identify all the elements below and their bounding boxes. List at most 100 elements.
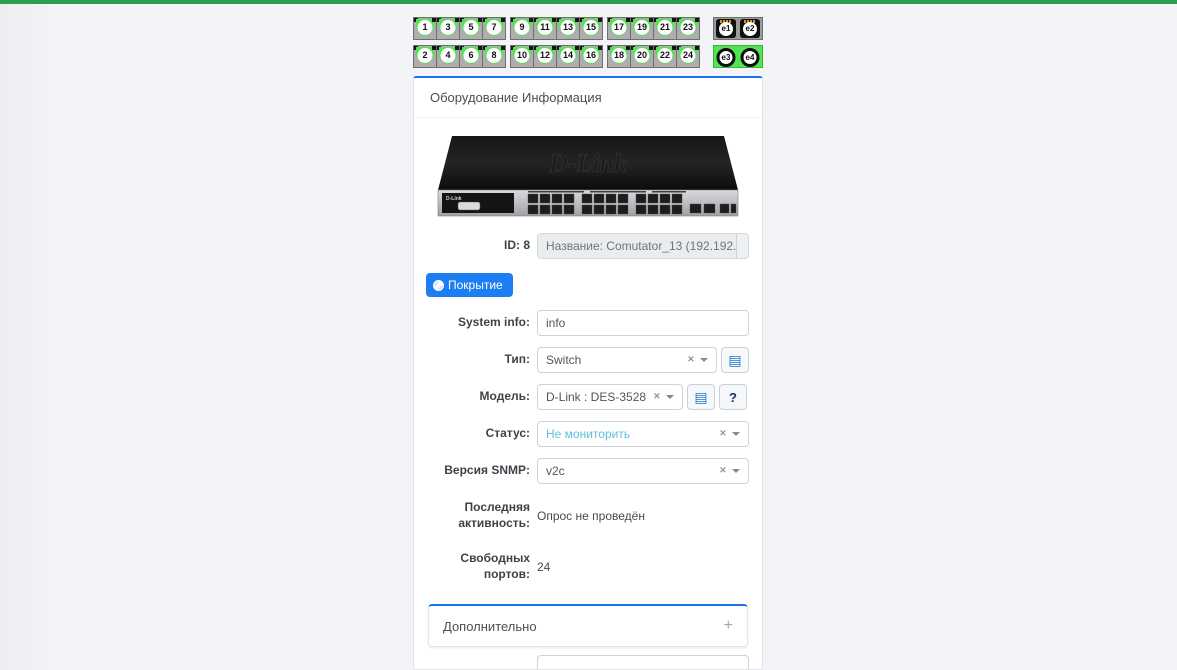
port-number: 11: [538, 20, 553, 35]
uplink-port-group: e3e4: [713, 45, 763, 68]
port-indicator-16[interactable]: 16: [580, 46, 602, 67]
port-number: 24: [681, 48, 696, 63]
ring-port-icon: e4: [741, 48, 760, 67]
port-indicator-13[interactable]: 13: [557, 18, 580, 39]
port-indicator-20[interactable]: 20: [631, 46, 654, 67]
last-activity-value: Опрос не проведён: [537, 509, 645, 523]
port-indicator-23[interactable]: 23: [677, 18, 699, 39]
port-number: 5: [464, 20, 479, 35]
port-indicator-e2[interactable]: e2: [738, 18, 762, 39]
port-indicator-6[interactable]: 6: [460, 46, 483, 67]
port-indicator-8[interactable]: 8: [483, 46, 505, 67]
svg-text:D-Link: D-Link: [548, 149, 627, 178]
clear-icon[interactable]: ×: [688, 355, 694, 366]
coverage-button[interactable]: Покрытие: [426, 273, 513, 297]
uplink-port-group: e1 e2: [713, 17, 763, 40]
port-row-even: 24681012141618202224e3e4: [413, 45, 763, 68]
coverage-button-label: Покрытие: [448, 278, 503, 292]
type-label: Тип:: [426, 352, 537, 368]
chevron-down-icon: [732, 432, 740, 436]
chevron-down-icon: [732, 469, 740, 473]
port-number: 7: [487, 20, 502, 35]
additional-section-header[interactable]: Дополнительно +: [428, 604, 748, 647]
model-select[interactable]: D-Link : DES-3528 ×: [537, 384, 683, 410]
id-label: ID: 8: [426, 238, 537, 254]
port-indicator-19[interactable]: 19: [631, 18, 654, 39]
row-id: ID: 8 Название: Comutator_13 (192.192.19…: [426, 233, 750, 259]
port-group: 17 19 21 23: [607, 17, 700, 40]
port-indicator-21[interactable]: 21: [654, 18, 677, 39]
device-name-addon[interactable]: [736, 233, 749, 259]
port-indicator-4[interactable]: 4: [437, 46, 460, 67]
status-select-value: Не мониторить: [546, 427, 630, 441]
port-indicator-9[interactable]: 9: [511, 18, 534, 39]
model-help-button[interactable]: ?: [719, 384, 747, 410]
port-group: 9 11 13 15: [510, 17, 603, 40]
port-number: 6: [464, 48, 479, 63]
chevron-down-icon: [700, 358, 708, 362]
snmp-select-value: v2c: [546, 464, 565, 478]
port-number: 21: [658, 20, 673, 35]
port-indicator-1[interactable]: 1: [414, 18, 437, 39]
status-select[interactable]: Не мониторить ×: [537, 421, 749, 447]
port-number: 4: [441, 48, 456, 63]
port-number: 15: [584, 20, 599, 35]
port-indicator-22[interactable]: 22: [654, 46, 677, 67]
model-list-button[interactable]: ▤: [687, 384, 715, 410]
port-indicator-10[interactable]: 10: [511, 46, 534, 67]
list-icon: ▤: [694, 390, 707, 404]
system-info-label: System info:: [426, 315, 537, 331]
port-indicator-24[interactable]: 24: [677, 46, 699, 67]
type-list-button[interactable]: ▤: [721, 347, 749, 373]
port-number: 18: [612, 48, 627, 63]
partial-input[interactable]: [537, 655, 749, 669]
port-number: 2: [418, 48, 433, 63]
status-label: Статус:: [426, 426, 537, 442]
port-indicator-18[interactable]: 18: [608, 46, 631, 67]
port-indicator-15[interactable]: 15: [580, 18, 602, 39]
row-type: Тип: Switch × ▤: [426, 347, 750, 373]
clear-icon[interactable]: ×: [720, 429, 726, 440]
port-group: 18 20 22 24: [607, 45, 700, 68]
port-number: 10: [515, 48, 530, 63]
free-ports-label: Свободных портов:: [426, 551, 537, 582]
clear-icon[interactable]: ×: [720, 466, 726, 477]
port-number: 20: [635, 48, 650, 63]
port-indicator-17[interactable]: 17: [608, 18, 631, 39]
port-number: 19: [635, 20, 650, 35]
row-free-ports: Свободных портов: 24: [426, 551, 750, 582]
type-select-value: Switch: [546, 353, 581, 367]
port-number: 22: [658, 48, 673, 63]
port-indicator-3[interactable]: 3: [437, 18, 460, 39]
row-system-info: System info:: [426, 310, 750, 336]
port-number: e1: [719, 22, 733, 36]
port-indicator-7[interactable]: 7: [483, 18, 505, 39]
port-indicator-e3[interactable]: e3: [714, 46, 738, 67]
clear-icon[interactable]: ×: [654, 392, 660, 403]
port-number: 8: [487, 48, 502, 63]
port-group: 2468: [413, 45, 506, 68]
port-indicator-11[interactable]: 11: [534, 18, 557, 39]
port-indicator-e1[interactable]: e1: [714, 18, 738, 39]
device-photo: D-Link D-Link: [426, 132, 750, 223]
port-indicator-e4[interactable]: e4: [738, 46, 762, 67]
model-label: Модель:: [426, 389, 537, 405]
port-number: 3: [441, 20, 456, 35]
last-activity-label: Последняя активность:: [426, 500, 537, 531]
port-indicator-14[interactable]: 14: [557, 46, 580, 67]
equipment-page: 1357911131517192123e1e2 2468101214161820…: [413, 17, 763, 670]
equipment-info-card: Оборудование Информация D-Link: [413, 76, 763, 670]
globe-icon: [433, 280, 444, 291]
port-row-odd: 1357911131517192123e1e2: [413, 17, 763, 40]
snmp-select[interactable]: v2c ×: [537, 458, 749, 484]
snmp-label: Версия SNMP:: [426, 463, 537, 479]
question-icon: ?: [729, 390, 737, 405]
type-select[interactable]: Switch ×: [537, 347, 717, 373]
port-indicator-12[interactable]: 12: [534, 46, 557, 67]
port-indicator-2[interactable]: 2: [414, 46, 437, 67]
device-name-value: Название: Comutator_13 (192.192.192: [537, 233, 736, 259]
port-indicator-5[interactable]: 5: [460, 18, 483, 39]
port-number: e2: [743, 22, 757, 36]
system-info-input[interactable]: [537, 310, 749, 336]
model-select-value: D-Link : DES-3528: [546, 390, 646, 404]
